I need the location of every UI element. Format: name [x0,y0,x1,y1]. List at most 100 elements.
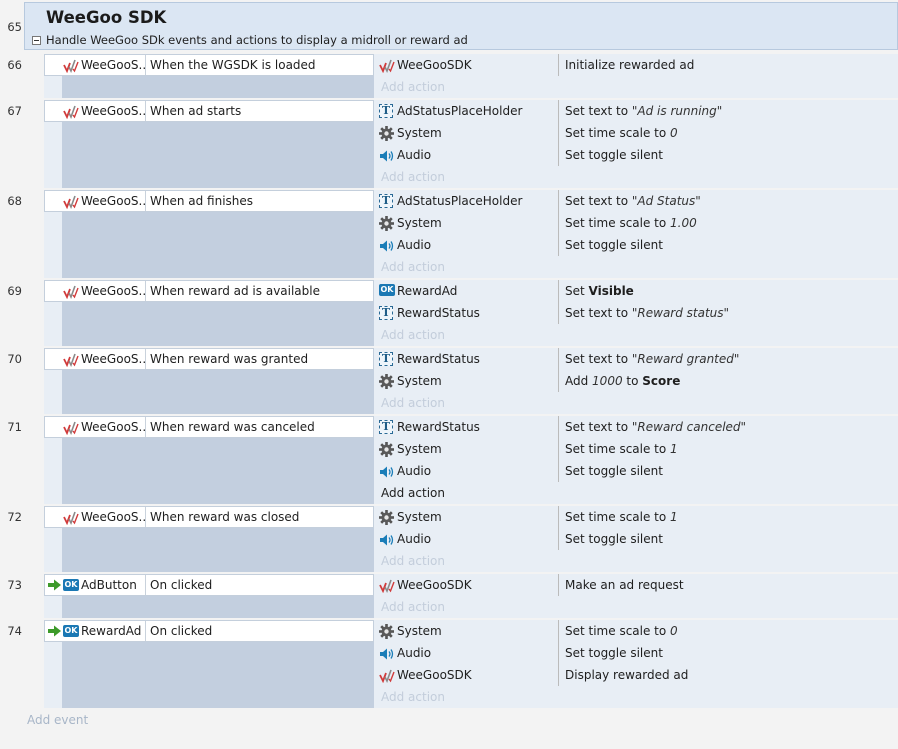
action-row[interactable]: Audio Set toggle silent [378,642,898,664]
add-event-link[interactable]: Add event [27,713,88,727]
action-object[interactable]: System [378,122,559,144]
action-object-name: System [397,216,442,230]
event-condition[interactable]: OK RewardAd On clicked [44,620,374,642]
condition-object[interactable]: WeeGooS... [63,101,146,121]
add-action-link[interactable]: Add action [381,482,445,504]
action-object[interactable]: T RewardStatus [378,416,559,438]
action-object-name: RewardStatus [397,420,480,434]
action-row[interactable]: Audio Set toggle silent [378,528,898,550]
condition-object[interactable]: WeeGooS... [63,281,146,301]
condition-text: When ad finishes [150,194,254,208]
collapse-icon[interactable] [32,36,41,45]
action-object[interactable]: T AdStatusPlaceHolder [378,190,559,212]
action-object[interactable]: Audio [378,234,559,256]
action-object[interactable]: Audio [378,528,559,550]
add-action-link[interactable]: Add action [381,324,445,346]
action-row[interactable]: Audio Set toggle silent [378,234,898,256]
action-row[interactable]: System Set time scale to 0 [378,122,898,144]
condition-area[interactable] [62,122,374,188]
condition-object[interactable]: WeeGooS... [63,507,146,527]
event-condition[interactable]: WeeGooS... When the WGSDK is loaded [44,54,374,76]
action-object-name: System [397,126,442,140]
action-object[interactable]: WeeGooSDK [378,54,559,76]
add-action-link[interactable]: Add action [381,392,445,414]
event-condition[interactable]: WeeGooS... When ad finishes [44,190,374,212]
action-row[interactable]: Audio Set toggle silent [378,144,898,166]
action-object[interactable]: System [378,212,559,234]
action-text: Set text to "Ad is running" [565,100,722,122]
action-object[interactable]: System [378,370,559,392]
condition-object[interactable]: OK AdButton [63,575,146,595]
gear-icon [379,510,394,525]
action-object[interactable]: Audio [378,642,559,664]
action-object-name: System [397,624,442,638]
action-object[interactable]: Audio [378,460,559,482]
action-text: Set text to "Reward canceled" [565,416,746,438]
action-text-part: Set toggle silent [565,148,663,162]
event-condition[interactable]: WeeGooS... When reward ad is available [44,280,374,302]
condition-object[interactable]: OK RewardAd [63,621,146,641]
event-condition[interactable]: WeeGooS... When reward was granted [44,348,374,370]
condition-area[interactable] [62,642,374,708]
add-action-link[interactable]: Add action [381,596,445,618]
condition-area[interactable] [62,596,374,618]
action-row[interactable]: T RewardStatus Set text to "Reward cancele… [378,416,898,438]
add-action-link[interactable]: Add action [381,686,445,708]
weegoo-icon [63,105,79,120]
action-row[interactable]: T RewardStatus Set text to "Reward granted… [378,348,898,370]
condition-object[interactable]: WeeGooS... [63,349,146,369]
action-row[interactable]: WeeGooSDK Display rewarded ad [378,664,898,686]
action-row[interactable]: T AdStatusPlaceHolder Set text to "Ad is r… [378,100,898,122]
action-object[interactable]: System [378,506,559,528]
condition-text: When reward was canceled [150,420,315,434]
action-object-name: WeeGooSDK [397,578,472,592]
action-row[interactable]: System Set time scale to 1 [378,438,898,460]
event-condition[interactable]: WeeGooS... When ad starts [44,100,374,122]
action-row[interactable]: WeeGooSDK Make an ad request [378,574,898,596]
add-action-link[interactable]: Add action [381,166,445,188]
condition-area[interactable] [62,76,374,98]
action-object[interactable]: T RewardStatus [378,302,559,324]
add-action-link[interactable]: Add action [381,256,445,278]
action-row[interactable]: OK RewardAd Set Visible [378,280,898,302]
action-row[interactable]: Audio Set toggle silent [378,460,898,482]
condition-area[interactable] [62,370,374,414]
condition-object[interactable]: WeeGooS... [63,417,146,437]
action-text: Make an ad request [565,574,684,596]
action-row[interactable]: T AdStatusPlaceHolder Set text to "Ad Stat… [378,190,898,212]
action-text-part: Add [565,374,593,388]
action-row[interactable]: System Set time scale to 1.00 [378,212,898,234]
event-condition[interactable]: WeeGooS... When reward was closed [44,506,374,528]
condition-area[interactable] [62,528,374,572]
button-object-icon: OK [63,625,79,637]
action-object[interactable]: OK RewardAd [378,280,559,302]
action-object-name: RewardAd [397,284,458,298]
action-object-name: WeeGooSDK [397,58,472,72]
action-object[interactable]: T RewardStatus [378,348,559,370]
action-object[interactable]: System [378,620,559,642]
event-condition[interactable]: OK AdButton On clicked [44,574,374,596]
condition-area[interactable] [62,212,374,278]
action-row[interactable]: System Set time scale to 0 [378,620,898,642]
action-object-name: AdStatusPlaceHolder [397,104,523,118]
action-row[interactable]: WeeGooSDK Initialize rewarded ad [378,54,898,76]
action-object[interactable]: System [378,438,559,460]
condition-object[interactable]: WeeGooS... [63,55,146,75]
action-row[interactable]: T RewardStatus Set text to "Reward status" [378,302,898,324]
action-object[interactable]: Audio [378,144,559,166]
condition-object[interactable]: WeeGooS... [63,191,146,211]
action-object[interactable]: WeeGooSDK [378,664,559,686]
condition-area[interactable] [62,302,374,346]
action-object[interactable]: T AdStatusPlaceHolder [378,100,559,122]
add-action-link[interactable]: Add action [381,550,445,572]
action-row[interactable]: System Set time scale to 1 [378,506,898,528]
weegoo-icon [63,421,79,436]
action-text: Set time scale to 0 [565,122,678,144]
action-text-part: "Ad Status" [631,194,701,208]
event-condition[interactable]: WeeGooS... When reward was canceled [44,416,374,438]
add-action-link[interactable]: Add action [381,76,445,98]
condition-area[interactable] [62,438,374,504]
event-group-header[interactable]: WeeGoo SDK Handle WeeGoo SDk events and … [24,2,898,50]
action-row[interactable]: System Add 1000 to Score [378,370,898,392]
action-object[interactable]: WeeGooSDK [378,574,559,596]
